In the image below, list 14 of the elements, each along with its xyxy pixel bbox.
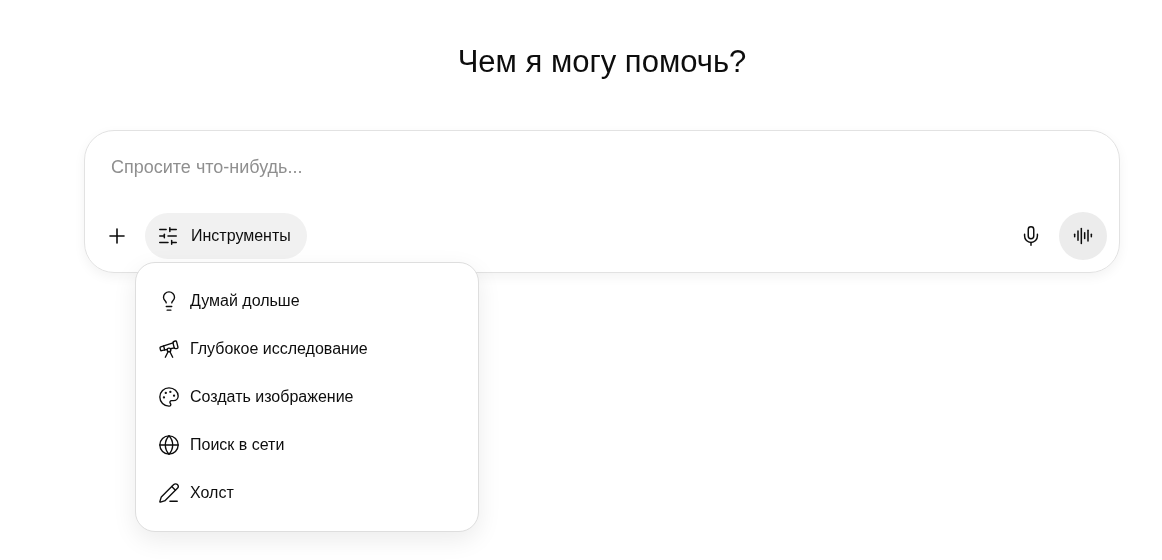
sliders-icon <box>157 225 179 247</box>
menu-item[interactable]: Холст <box>148 469 466 517</box>
voice-mode-button[interactable] <box>1059 212 1107 260</box>
menu-item[interactable]: Создать изображение <box>148 373 466 421</box>
menu-item[interactable]: Поиск в сети <box>148 421 466 469</box>
tools-button[interactable]: Инструменты <box>145 213 307 259</box>
palette-icon <box>158 386 180 408</box>
telescope-icon <box>158 338 180 360</box>
menu-item[interactable]: Думай дольше <box>148 277 466 325</box>
sound-wave-icon <box>1073 226 1093 246</box>
menu-item[interactable]: Глубокое исследование <box>148 325 466 373</box>
page-heading: Чем я могу помочь? <box>457 44 747 80</box>
pencil-icon <box>158 482 180 504</box>
globe-icon <box>158 434 180 456</box>
